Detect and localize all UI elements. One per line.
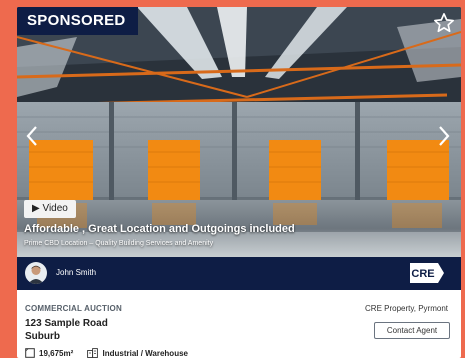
type-feature: Industrial / Warehouse [87, 348, 188, 358]
star-outline-icon[interactable] [433, 12, 455, 34]
video-button[interactable]: ▶ Video [24, 200, 76, 218]
property-features: 19,675m² Industrial / Warehouse [25, 348, 200, 358]
chevron-left-icon[interactable] [21, 121, 43, 151]
floor-area: 19,675m² [39, 348, 74, 358]
agent-name[interactable]: John Smith [56, 268, 96, 277]
listing-subheadline: Prime CBD Location – Quality Building Se… [24, 240, 214, 247]
agency-name[interactable]: CRE Property, Pyrmont [365, 304, 448, 313]
sponsored-badge: SPONSORED [17, 7, 138, 35]
agent-avatar[interactable] [25, 262, 47, 284]
agency-logo[interactable]: CRE [410, 263, 444, 283]
listing-card[interactable]: SPONSORED ▶ Video Affordable , Great Loc… [17, 7, 461, 358]
listing-details: COMMERCIAL AUCTION CRE Property, Pyrmont… [17, 290, 461, 358]
property-type: Industrial / Warehouse [102, 348, 188, 358]
listing-type: COMMERCIAL AUCTION [25, 304, 122, 313]
building-icon [87, 348, 99, 358]
contact-agent-button[interactable]: Contact Agent [374, 322, 450, 339]
agency-logo-text: CRE [411, 268, 434, 280]
address-line-1[interactable]: 123 Sample Road [25, 318, 108, 329]
listing-photo[interactable]: SPONSORED ▶ Video Affordable , Great Loc… [17, 7, 461, 257]
warehouse-photo [17, 7, 461, 257]
address-line-2[interactable]: Suburb [25, 331, 60, 342]
floor-area-icon [25, 348, 35, 358]
area-feature: 19,675m² [25, 348, 73, 358]
chevron-right-icon[interactable] [433, 121, 455, 151]
listing-headline: Affordable , Great Location and Outgoing… [24, 223, 295, 235]
agent-bar: John Smith CRE [17, 257, 461, 290]
